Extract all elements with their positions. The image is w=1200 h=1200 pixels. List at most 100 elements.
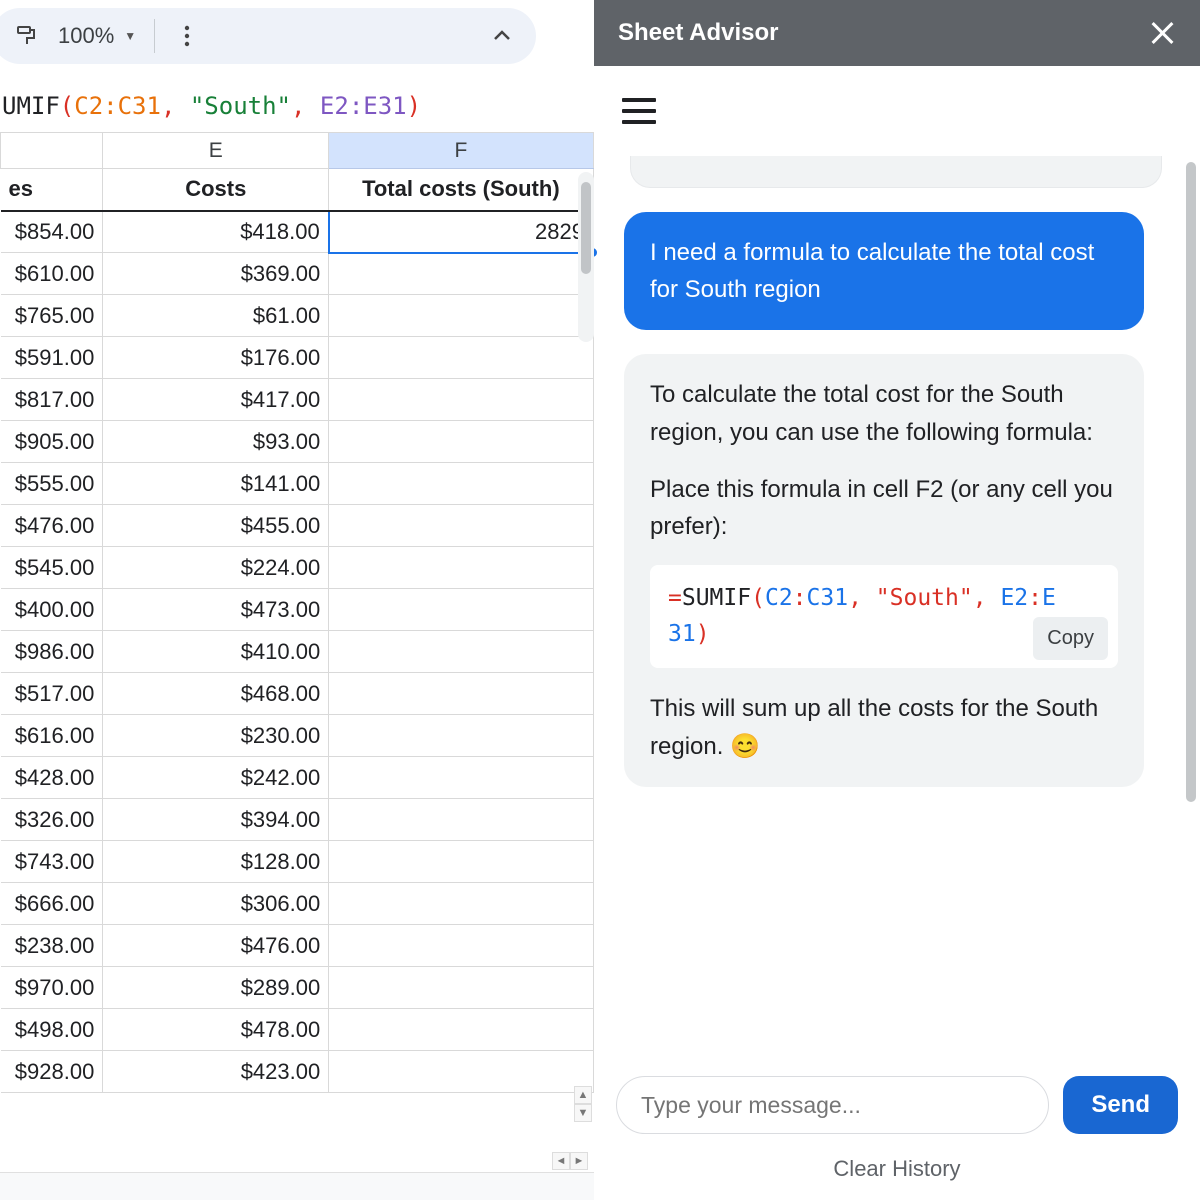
cell-f[interactable] — [329, 967, 593, 1009]
cell-f[interactable] — [329, 253, 593, 295]
cell-d[interactable]: $666.00 — [1, 883, 103, 925]
spreadsheet-grid[interactable]: E F es Costs Total costs (South) $854.00… — [0, 132, 594, 1150]
cell-e[interactable]: $141.00 — [103, 463, 329, 505]
send-button[interactable]: Send — [1063, 1076, 1178, 1134]
cell-d[interactable]: $517.00 — [1, 673, 103, 715]
col-header-F[interactable]: F — [329, 133, 593, 169]
cell-e[interactable]: $289.00 — [103, 967, 329, 1009]
cell-f[interactable] — [329, 883, 593, 925]
scroll-right-icon[interactable]: ► — [570, 1152, 588, 1170]
spreadsheet-area: 100% ▼ UMIF(C2:C31, "South", E2:E31) — [0, 0, 594, 1200]
horizontal-scroll-footer: ◄ ► — [0, 1150, 594, 1172]
cell-f[interactable] — [329, 715, 593, 757]
cell-e[interactable]: $417.00 — [103, 379, 329, 421]
collapse-chevron-up-icon[interactable] — [488, 22, 516, 50]
divider — [154, 19, 155, 53]
cell-e[interactable]: $478.00 — [103, 1009, 329, 1051]
chat-scrollbar-thumb[interactable] — [1186, 162, 1196, 802]
cell-e[interactable]: $476.00 — [103, 925, 329, 967]
chat-subheader — [594, 66, 1200, 156]
cell-d[interactable]: $743.00 — [1, 841, 103, 883]
cell-e[interactable]: $455.00 — [103, 505, 329, 547]
cell-e[interactable]: $61.00 — [103, 295, 329, 337]
cell-f[interactable] — [329, 463, 593, 505]
header-E[interactable]: Costs — [103, 169, 329, 211]
formula-fn: UMIF — [2, 92, 60, 120]
paint-format-icon[interactable] — [12, 22, 40, 50]
cell-d[interactable]: $610.00 — [1, 253, 103, 295]
cell-d[interactable]: $555.00 — [1, 463, 103, 505]
cell-f[interactable] — [329, 589, 593, 631]
cell-d[interactable]: $928.00 — [1, 1051, 103, 1093]
scroll-down-icon[interactable]: ▼ — [574, 1104, 592, 1122]
cell-e[interactable]: $128.00 — [103, 841, 329, 883]
chevron-down-icon: ▼ — [124, 29, 136, 43]
close-icon[interactable] — [1148, 19, 1176, 47]
cell-f[interactable] — [329, 337, 593, 379]
header-D[interactable]: es — [1, 169, 103, 211]
col-header-E[interactable]: E — [103, 133, 329, 169]
cell-e[interactable]: $224.00 — [103, 547, 329, 589]
header-F[interactable]: Total costs (South) — [329, 169, 593, 211]
cell-d[interactable]: $591.00 — [1, 337, 103, 379]
cell-d[interactable]: $986.00 — [1, 631, 103, 673]
cell-f[interactable] — [329, 631, 593, 673]
cell-e[interactable]: $306.00 — [103, 883, 329, 925]
cell-e[interactable]: $418.00 — [103, 211, 329, 253]
cell-d[interactable]: $765.00 — [1, 295, 103, 337]
cell-d[interactable]: $428.00 — [1, 757, 103, 799]
cell-d[interactable]: $970.00 — [1, 967, 103, 1009]
cell-f[interactable] — [329, 1051, 593, 1093]
scroll-left-icon[interactable]: ◄ — [552, 1152, 570, 1170]
cell-e[interactable]: $93.00 — [103, 421, 329, 463]
cell-d[interactable]: $400.00 — [1, 589, 103, 631]
sheet-tab-bar[interactable] — [0, 1172, 594, 1200]
cell-d[interactable]: $854.00 — [1, 211, 103, 253]
cell-e[interactable]: $242.00 — [103, 757, 329, 799]
cell-d[interactable]: $476.00 — [1, 505, 103, 547]
cell-f[interactable] — [329, 925, 593, 967]
cell-e[interactable]: $423.00 — [103, 1051, 329, 1093]
cell-f[interactable] — [329, 841, 593, 883]
cell-f[interactable] — [329, 295, 593, 337]
cell-f[interactable] — [329, 757, 593, 799]
cell-e[interactable]: $176.00 — [103, 337, 329, 379]
cell-d[interactable]: $905.00 — [1, 421, 103, 463]
cell-e[interactable]: $230.00 — [103, 715, 329, 757]
cell-f[interactable] — [329, 1009, 593, 1051]
scrollbar-thumb[interactable] — [581, 182, 591, 274]
formula-bar[interactable]: UMIF(C2:C31, "South", E2:E31) — [0, 70, 594, 132]
cell-d[interactable]: $238.00 — [1, 925, 103, 967]
copy-button[interactable]: Copy — [1033, 617, 1108, 660]
cell-d[interactable]: $616.00 — [1, 715, 103, 757]
scroll-up-icon[interactable]: ▲ — [574, 1086, 592, 1104]
cell-f[interactable] — [329, 673, 593, 715]
cell-f[interactable] — [329, 547, 593, 589]
cell-e[interactable]: $473.00 — [103, 589, 329, 631]
cell-f[interactable] — [329, 421, 593, 463]
vertical-scrollbar[interactable] — [578, 172, 594, 342]
chat-input[interactable] — [616, 1076, 1049, 1134]
assistant-message: To calculate the total cost for the Sout… — [624, 354, 1144, 786]
cell-e[interactable]: $394.00 — [103, 799, 329, 841]
hamburger-menu-icon[interactable] — [622, 98, 656, 124]
chat-scrollbar[interactable] — [1184, 162, 1198, 862]
zoom-value: 100% — [58, 23, 114, 49]
cell-d[interactable]: $817.00 — [1, 379, 103, 421]
cell-e[interactable]: $369.00 — [103, 253, 329, 295]
chat-header: Sheet Advisor — [594, 0, 1200, 66]
clear-history-link[interactable]: Clear History — [594, 1140, 1200, 1200]
scroll-stepper: ▲ ▼ — [574, 1086, 592, 1122]
cell-d[interactable]: $545.00 — [1, 547, 103, 589]
cell-d[interactable]: $326.00 — [1, 799, 103, 841]
cell-d[interactable]: $498.00 — [1, 1009, 103, 1051]
cell-f[interactable] — [329, 505, 593, 547]
cell-f[interactable] — [329, 379, 593, 421]
more-vert-icon[interactable] — [173, 22, 201, 50]
cell-e[interactable]: $410.00 — [103, 631, 329, 673]
zoom-dropdown[interactable]: 100% ▼ — [58, 23, 136, 49]
cell-e[interactable]: $468.00 — [103, 673, 329, 715]
cell-f[interactable]: 2829 — [329, 211, 593, 253]
cell-f[interactable] — [329, 799, 593, 841]
col-header-D[interactable] — [1, 133, 103, 169]
